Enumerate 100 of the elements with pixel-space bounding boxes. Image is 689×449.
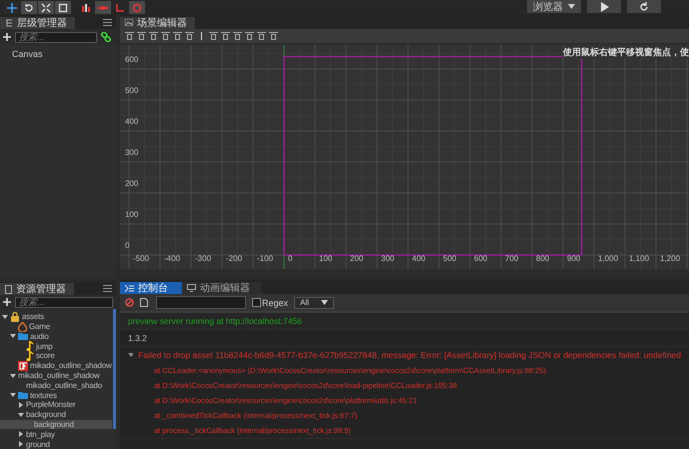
document-icon[interactable] xyxy=(140,298,148,307)
folder-icon xyxy=(18,332,28,340)
asset-label: score xyxy=(36,351,55,360)
font-file-icon xyxy=(18,360,28,371)
align-icon[interactable] xyxy=(149,32,158,40)
menu-icon[interactable] xyxy=(103,285,112,292)
align-icon[interactable] xyxy=(161,32,170,40)
asset-label: textures xyxy=(30,390,57,400)
scene-tab[interactable]: 场景编辑器 xyxy=(120,16,195,29)
asset-item[interactable]: textures xyxy=(0,390,112,400)
scale-tool[interactable] xyxy=(38,1,54,14)
align-icon[interactable] xyxy=(173,32,182,40)
align-icon[interactable] xyxy=(269,32,278,40)
collapse-arrow-icon[interactable] xyxy=(19,402,23,408)
play-icon xyxy=(600,2,608,12)
assets-tab[interactable]: 资源管理器 xyxy=(0,283,74,295)
asset-label: mikado_outline_shado xyxy=(26,380,102,390)
caret-icon xyxy=(321,300,328,305)
console-tab[interactable]: 控制台 xyxy=(120,282,182,294)
ruler-label: 1,000 xyxy=(598,254,618,263)
file-icon xyxy=(5,284,12,294)
play-button[interactable] xyxy=(587,0,621,13)
refresh-icon xyxy=(639,2,649,12)
align-icon[interactable] xyxy=(137,32,146,40)
ruler-label: 400 xyxy=(412,254,426,263)
asset-item[interactable]: background xyxy=(0,410,112,420)
asset-item[interactable]: ground xyxy=(0,439,112,449)
regex-label: Regex xyxy=(262,298,288,308)
preview-target-dropdown[interactable]: 浏览器 xyxy=(527,0,581,13)
search-field[interactable]: 搜索... xyxy=(15,296,113,308)
move-tool[interactable] xyxy=(4,1,20,14)
asset-label: Game xyxy=(29,322,50,332)
ruler-label: -200 xyxy=(226,254,242,263)
asset-item[interactable]: Game xyxy=(0,322,112,332)
log-message: preview server running at http://localhost:7456 xyxy=(128,316,302,326)
ruler-label: -300 xyxy=(195,254,212,263)
ruler-label: 300 xyxy=(125,148,138,157)
ruler-label: 1,100 xyxy=(629,254,650,263)
animation-tab[interactable]: 动画编辑器 xyxy=(182,282,262,294)
ruler-label: 600 xyxy=(474,254,488,263)
align-icon[interactable] xyxy=(209,32,218,40)
lock-icon xyxy=(10,312,20,322)
menu-icon[interactable] xyxy=(103,19,112,26)
asset-label: btn_play xyxy=(26,430,55,439)
align-icon[interactable] xyxy=(257,32,266,40)
align-icon[interactable] xyxy=(221,32,230,40)
expand-arrow-icon[interactable] xyxy=(10,374,16,378)
ruler-label: 300 xyxy=(381,254,394,263)
hierarchy-tab[interactable]: 层级管理器 xyxy=(0,17,75,29)
link-icon[interactable] xyxy=(101,32,111,42)
ruler-label: 400 xyxy=(125,116,138,126)
regex-checkbox[interactable] xyxy=(252,298,261,307)
expand-arrow-icon[interactable] xyxy=(10,334,16,338)
asset-item[interactable]: mikado_outline_shadow xyxy=(0,370,112,380)
rotate-icon xyxy=(24,2,34,12)
ruler-label: 200 xyxy=(350,254,364,263)
ruler-label: 600 xyxy=(125,54,138,64)
add-icon[interactable] xyxy=(3,33,11,41)
ruler-label: 500 xyxy=(443,254,456,263)
ruler-label: 200 xyxy=(125,178,138,188)
align-icon[interactable] xyxy=(245,32,254,40)
corner-icon xyxy=(115,2,125,12)
asset-item[interactable]: mikado_outline_shadow xyxy=(0,360,112,371)
clear-icon[interactable] xyxy=(125,298,134,307)
align-icon[interactable] xyxy=(185,32,194,40)
asset-item[interactable]: assets xyxy=(0,312,112,322)
asset-item[interactable]: jump xyxy=(0,341,112,352)
search-field[interactable]: 搜索... xyxy=(15,32,97,42)
expand-arrow-icon[interactable] xyxy=(128,353,134,357)
ruler-label: 0 xyxy=(125,240,130,250)
rotate-tool[interactable] xyxy=(21,1,37,14)
image-icon xyxy=(125,19,133,26)
tree-icon xyxy=(5,19,13,27)
add-icon[interactable] xyxy=(3,298,11,306)
asset-label: assets xyxy=(22,312,44,322)
asset-item[interactable]: mikado_outline_shado xyxy=(0,380,112,390)
expand-arrow-icon[interactable] xyxy=(2,314,8,319)
log-level-dropdown[interactable]: All xyxy=(294,296,334,308)
align-icon[interactable] xyxy=(233,32,242,40)
refresh-button[interactable] xyxy=(627,0,661,13)
asset-item[interactable]: PurpleMonster xyxy=(0,400,112,410)
asset-label: background xyxy=(34,420,74,429)
ruler-label: 0 xyxy=(288,254,292,263)
asset-label: mikado_outline_shadow xyxy=(30,361,112,370)
asset-item[interactable]: audio xyxy=(0,331,112,342)
rect-tool[interactable] xyxy=(55,1,71,14)
expand-arrow-icon[interactable] xyxy=(10,393,16,398)
scrollbar[interactable] xyxy=(113,309,116,429)
asset-item[interactable]: btn_play xyxy=(0,429,112,440)
asset-item[interactable]: background xyxy=(0,420,112,430)
filter-field[interactable] xyxy=(156,296,246,309)
align-icon[interactable] xyxy=(125,32,134,40)
expand-arrow-icon[interactable] xyxy=(18,412,24,417)
scene-hint: 使用鼠标右键平移视窗焦点，使 xyxy=(563,46,689,59)
node-item[interactable]: Canvas xyxy=(0,45,116,63)
asset-label: PurpleMonster xyxy=(26,400,76,410)
target-icon xyxy=(132,2,142,12)
asset-item[interactable]: score xyxy=(0,351,112,361)
asset-label: jump xyxy=(36,342,53,351)
scale-icon xyxy=(41,2,51,12)
